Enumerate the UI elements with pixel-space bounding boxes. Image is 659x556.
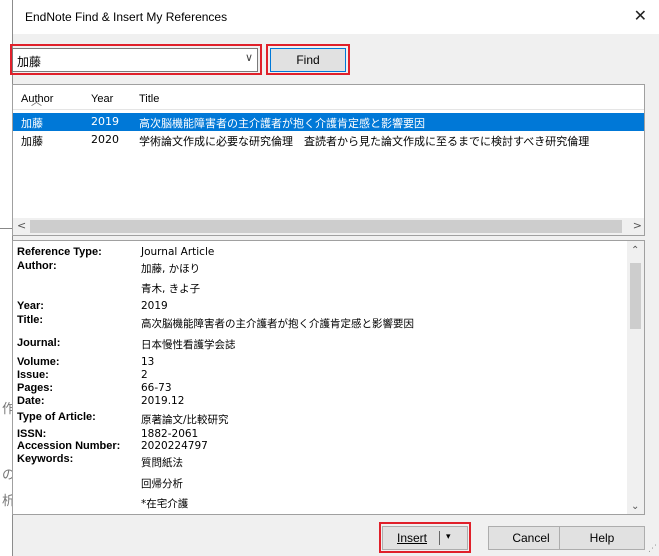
scroll-up-icon[interactable]: ⌃ — [631, 245, 639, 256]
field-value: 日本慢性看護学会誌 — [141, 339, 236, 351]
field-label: Pages: — [17, 382, 54, 394]
field-value: 加藤, かほり — [141, 263, 201, 275]
field-value: 2 — [141, 369, 148, 381]
field-label: Keywords: — [17, 453, 74, 465]
scroll-left-icon[interactable]: < — [17, 219, 26, 232]
field-value: 66-73 — [141, 382, 172, 394]
field-value: 高次脳機能障害者の主介護者が抱く介護肯定感と影響要因 — [141, 318, 414, 330]
horizontal-scrollbar[interactable]: < > — [13, 218, 644, 235]
column-title[interactable]: Title — [139, 93, 159, 105]
column-author[interactable]: Author — [21, 93, 53, 105]
field-value: 青木, きよ子 — [141, 283, 201, 295]
column-year[interactable]: Year — [91, 93, 113, 105]
field-value: 13 — [141, 356, 155, 368]
highlight-insert-box — [379, 522, 471, 553]
list-row[interactable]: 加藤 2019 高次脳機能障害者の主介護者が抱く介護肯定感と影響要因 — [13, 113, 644, 131]
resize-grip-icon[interactable]: ⋰ — [648, 544, 657, 554]
highlight-search-box — [10, 44, 262, 75]
field-label: Author: — [17, 260, 57, 272]
window-title: EndNote Find & Insert My References — [25, 10, 228, 24]
row-title: 高次脳機能障害者の主介護者が抱く介護肯定感と影響要因 — [139, 117, 425, 130]
field-value: Journal Article — [141, 246, 215, 258]
field-label: Title: — [17, 314, 44, 326]
field-label: Issue: — [17, 369, 49, 381]
scroll-thumb[interactable] — [630, 263, 641, 329]
scroll-right-icon[interactable]: > — [633, 219, 642, 232]
row-year: 2019 — [91, 115, 119, 128]
field-label: ISSN: — [17, 428, 47, 440]
row-author: 加藤 — [21, 135, 43, 148]
field-value: 2019.12 — [141, 395, 185, 407]
field-value: 原著論文/比較研究 — [141, 414, 229, 426]
field-label: Journal: — [17, 337, 61, 349]
scroll-thumb[interactable] — [30, 220, 622, 233]
row-year: 2020 — [91, 133, 119, 146]
row-title: 学術論文作成に必要な研究倫理 査読者から見た論文作成に至るまでに検討すべき研究倫… — [139, 135, 590, 148]
row-author: 加藤 — [21, 117, 43, 130]
close-icon[interactable]: ✕ — [634, 6, 647, 25]
field-value: 回帰分析 — [141, 478, 183, 490]
title-bar: EndNote Find & Insert My References ✕ — [13, 0, 659, 34]
field-label: Year: — [17, 300, 44, 312]
field-value: 2020224797 — [141, 440, 208, 452]
field-label: Date: — [17, 395, 45, 407]
field-value: 2019 — [141, 300, 168, 312]
field-label: Accession Number: — [17, 440, 121, 452]
vertical-scrollbar[interactable]: ⌃ ⌄ — [627, 241, 644, 514]
field-value: 質問紙法 — [141, 457, 183, 469]
highlight-find-box — [266, 44, 350, 75]
field-value: *在宅介護 — [141, 498, 189, 510]
list-header: ︿ Author Year Title — [13, 85, 644, 110]
field-label: Volume: — [17, 356, 60, 368]
field-value: 1882-2061 — [141, 428, 199, 440]
field-label: Type of Article: — [17, 411, 96, 423]
reference-details-pane[interactable]: Reference Type: Journal Article Author: … — [12, 240, 645, 515]
results-list[interactable]: ︿ Author Year Title 加藤 2019 高次脳機能障害者の主介護… — [12, 84, 645, 236]
help-button[interactable]: Help — [559, 526, 645, 550]
scroll-down-icon[interactable]: ⌄ — [631, 501, 639, 512]
field-label: Reference Type: — [17, 246, 102, 258]
list-row[interactable]: 加藤 2020 学術論文作成に必要な研究倫理 査読者から見た論文作成に至るまでに… — [13, 131, 644, 149]
